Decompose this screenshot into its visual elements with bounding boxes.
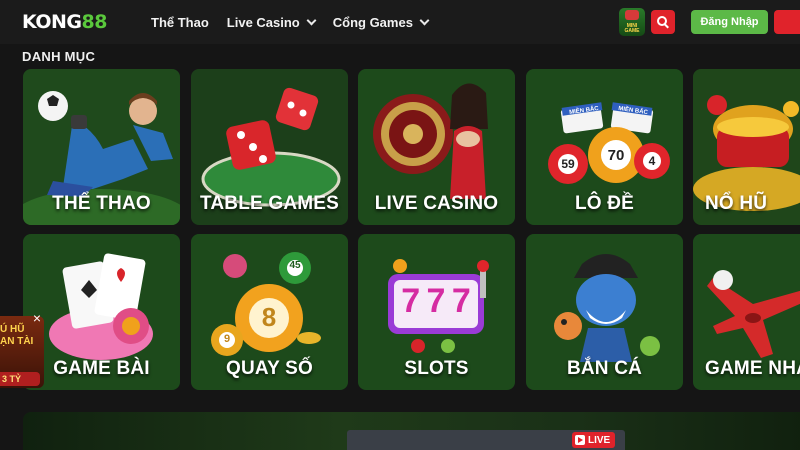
register-button[interactable] bbox=[774, 10, 800, 34]
nav-live-casino[interactable]: Live Casino bbox=[226, 14, 317, 30]
slot-digit: 7 bbox=[426, 282, 446, 320]
lottery-ball-number: 59 bbox=[561, 157, 575, 171]
category-label: LÔ ĐỀ bbox=[574, 193, 635, 214]
login-button[interactable]: Đăng Nhập bbox=[691, 10, 768, 34]
logo-text: KONG88 bbox=[22, 11, 107, 33]
lottery-ball-number: 70 bbox=[607, 147, 625, 164]
close-icon[interactable]: × bbox=[30, 311, 44, 325]
category-card-game-bai[interactable]: GAME BÀI bbox=[23, 234, 180, 390]
category-label: BẮN CÁ bbox=[566, 358, 643, 379]
lottery-ball-number: 4 bbox=[648, 154, 656, 168]
minigame-label: MINI GAME bbox=[624, 23, 640, 34]
floating-promo[interactable]: Ú HŨ ẠN TÀI 3 TỶ bbox=[0, 316, 44, 388]
live-badge: LIVE bbox=[572, 432, 616, 448]
minigame-button[interactable]: MINI GAME bbox=[619, 8, 645, 36]
slot-digit: 7 bbox=[451, 282, 471, 320]
category-card-ban-ca[interactable]: BẮN CÁ bbox=[526, 234, 683, 390]
live-label: LIVE bbox=[588, 434, 611, 446]
lottery-ball-number: 9 bbox=[223, 333, 231, 345]
category-label: SLOTS bbox=[404, 358, 469, 379]
promo-line-1: Ú HŨ ẠN TÀI bbox=[0, 324, 34, 347]
category-label: NỔ HŨ bbox=[705, 193, 768, 214]
live-banner[interactable] bbox=[23, 412, 800, 450]
category-card-live-casino[interactable]: LIVE CASINO bbox=[358, 69, 515, 225]
category-card-the-thao[interactable]: THỂ THAO bbox=[23, 69, 180, 225]
nav-the-thao[interactable]: Thể Thao bbox=[151, 15, 209, 30]
chevron-down-icon bbox=[419, 15, 430, 25]
category-card-lo-de[interactable]: 59 70 4 MIỀN BẮC MIỀN BẮC LÔ ĐỀ bbox=[526, 69, 683, 225]
nav-label: Thể Thao bbox=[151, 14, 209, 30]
category-label: LIVE CASINO bbox=[374, 193, 499, 214]
category-card-slots[interactable]: 7 7 7 SLOTS bbox=[358, 234, 515, 390]
play-icon bbox=[575, 435, 585, 445]
main-nav: Thể Thao Live Casino Cổng Games bbox=[151, 0, 446, 44]
nav-cong-games[interactable]: Cổng Games bbox=[332, 14, 430, 30]
slot-digit: 7 bbox=[401, 282, 421, 320]
brand-logo[interactable]: KONG88 bbox=[22, 9, 107, 35]
top-header: KONG88 Thể Thao Live Casino Cổng Games M… bbox=[0, 0, 800, 44]
nav-label: Live Casino bbox=[226, 14, 300, 30]
category-title: DANH MỤC bbox=[22, 49, 96, 64]
search-button[interactable] bbox=[651, 10, 675, 34]
promo-amount: 3 TỶ bbox=[0, 372, 40, 386]
search-icon-handle bbox=[664, 23, 669, 29]
slot-reels: 7 7 7 bbox=[398, 282, 474, 321]
category-card-game-nhanh[interactable]: GAME NHA bbox=[693, 234, 800, 390]
page: KONG88 Thể Thao Live Casino Cổng Games M… bbox=[0, 0, 800, 450]
lottery-ball-number: 8 bbox=[261, 302, 277, 332]
category-card-no-hu[interactable]: NỔ HŨ bbox=[693, 69, 800, 225]
category-label: QUAY SỐ bbox=[226, 358, 313, 379]
category-label: THỂ THAO bbox=[52, 193, 151, 214]
category-card-table-games[interactable]: TABLE GAMES bbox=[191, 69, 348, 225]
lottery-ball-number: 45 bbox=[289, 260, 301, 271]
category-label: GAME BÀI bbox=[53, 358, 150, 379]
category-label: GAME NHA bbox=[705, 358, 800, 379]
category-card-quay-so[interactable]: 45 8 9 QUAY SỐ bbox=[191, 234, 348, 390]
category-label: TABLE GAMES bbox=[199, 193, 340, 214]
minigame-icon bbox=[625, 10, 639, 20]
nav-label: Cổng Games bbox=[332, 14, 413, 30]
chevron-down-icon bbox=[306, 15, 317, 25]
